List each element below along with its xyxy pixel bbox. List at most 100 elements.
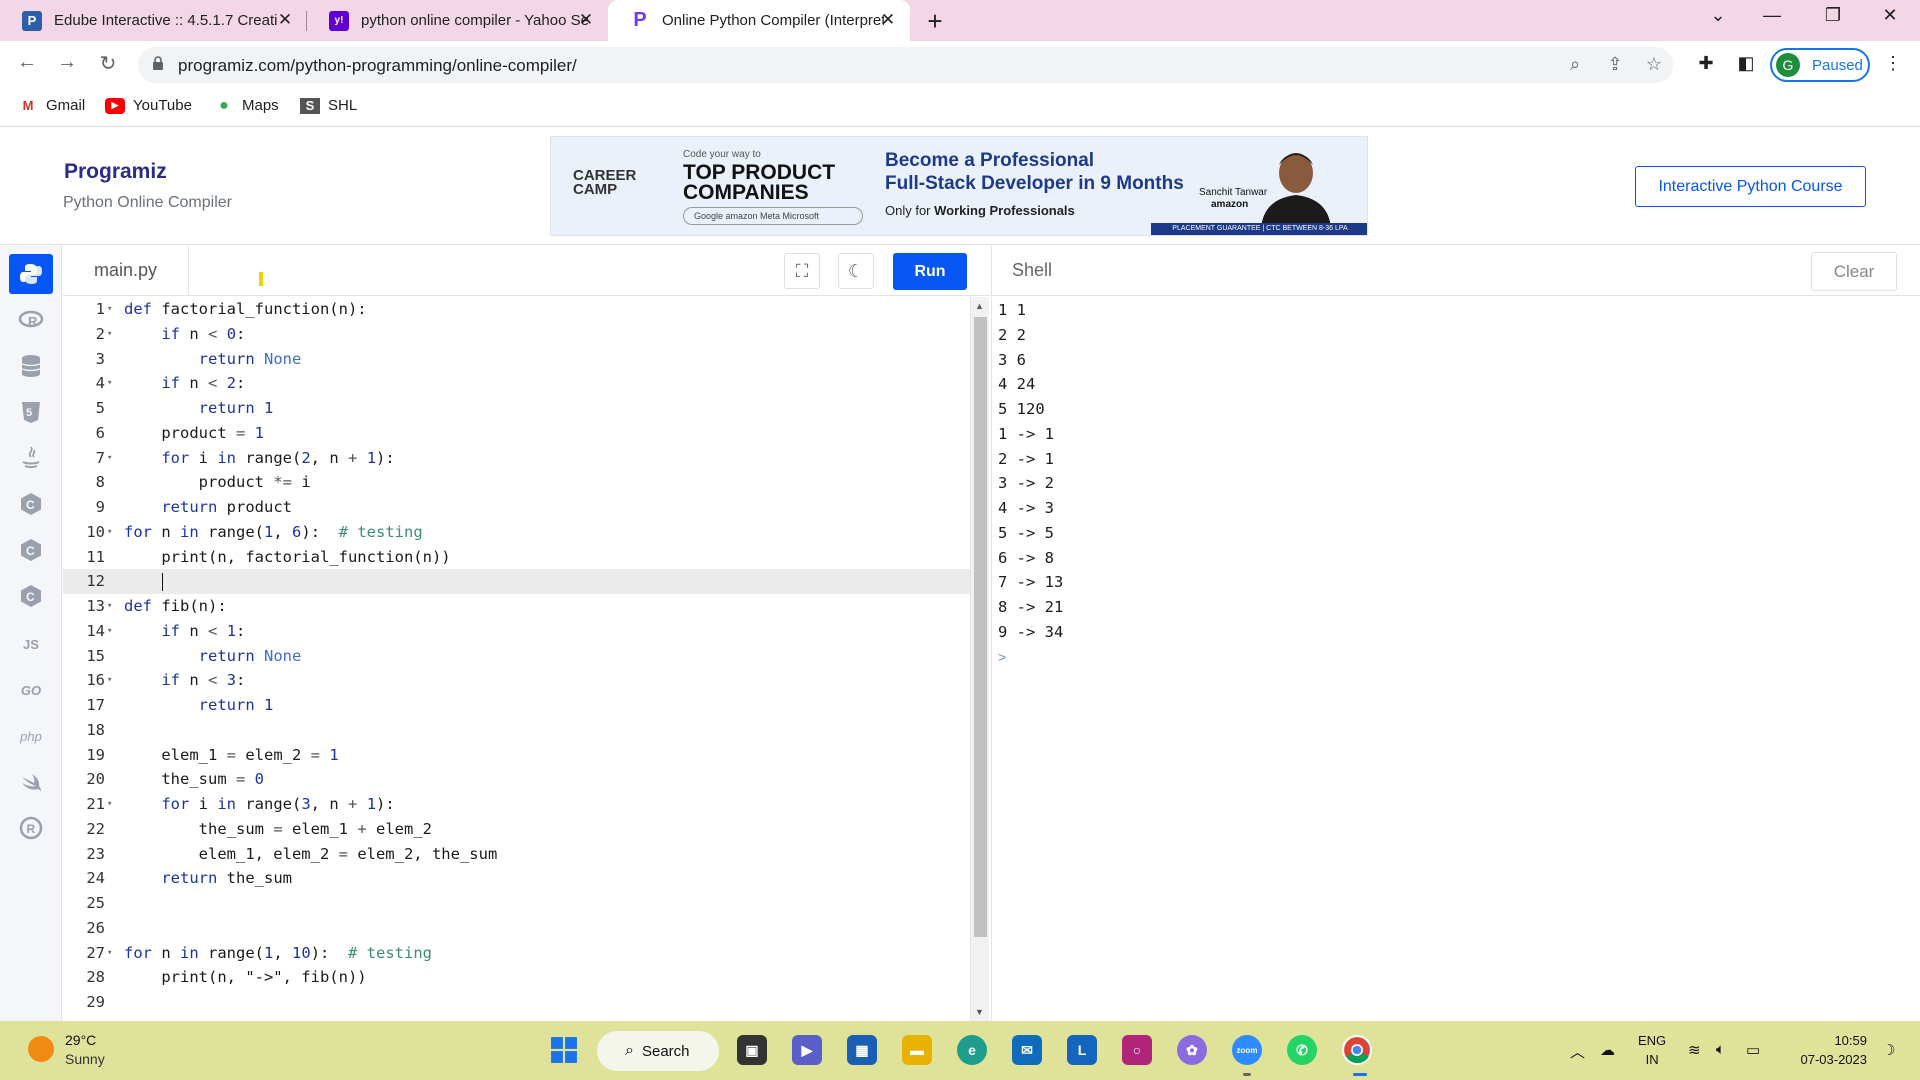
- tab-yahoo[interactable]: y! python online compiler - Yahoo Se ✕: [307, 0, 608, 41]
- scroll-up-arrow-icon[interactable]: ▲: [975, 301, 984, 311]
- fold-arrow-icon[interactable]: ▾: [107, 322, 117, 347]
- lang-go[interactable]: GO: [9, 670, 53, 710]
- file-tab-main[interactable]: main.py: [63, 246, 189, 295]
- lang-rust[interactable]: R: [9, 808, 53, 848]
- bookmark-gmail[interactable]: M Gmail: [18, 97, 86, 114]
- volume-icon[interactable]: 🔈︎: [1716, 1041, 1725, 1058]
- profile-button[interactable]: G Paused: [1770, 48, 1870, 82]
- lang-r[interactable]: R: [9, 300, 53, 340]
- lang-python[interactable]: [9, 254, 53, 294]
- code-line[interactable]: 25: [63, 891, 970, 916]
- code-line[interactable]: 14 ▾ if n < 1:: [63, 619, 970, 644]
- l-app-icon[interactable]: L: [1067, 1035, 1097, 1065]
- close-window-icon[interactable]: ✕: [1870, 5, 1910, 26]
- teams-chat-icon[interactable]: ▶: [792, 1035, 822, 1065]
- app-icon[interactable]: ○: [1122, 1035, 1152, 1065]
- chrome-icon[interactable]: [1342, 1035, 1372, 1065]
- code-line[interactable]: 21 ▾ for i in range(3, n + 1):: [63, 792, 970, 817]
- code-line[interactable]: 22 the_sum = elem_1 + elem_2: [63, 817, 970, 842]
- close-tab-icon[interactable]: ✕: [576, 10, 596, 30]
- show-hidden-icons-chevron-icon[interactable]: ︿: [1570, 1041, 1585, 1062]
- bookmark-star-icon[interactable]: ☆: [1641, 54, 1667, 75]
- code-line[interactable]: 16 ▾ if n < 3:: [63, 668, 970, 693]
- lang-java[interactable]: [9, 438, 53, 478]
- fold-arrow-icon[interactable]: ▾: [107, 792, 117, 817]
- side-panel-icon[interactable]: ◧: [1733, 53, 1759, 74]
- onedrive-cloud-icon[interactable]: ☁: [1600, 1041, 1615, 1059]
- code-line[interactable]: 17 return 1: [63, 693, 970, 718]
- bookmark-maps[interactable]: ● Maps: [214, 97, 279, 115]
- code-line[interactable]: 27 ▾ for n in range(1, 10): # testing: [63, 941, 970, 966]
- ad-banner[interactable]: CAREER CAMP Code your way to TOP PRODUCT…: [550, 136, 1368, 236]
- fold-arrow-icon[interactable]: ▾: [107, 371, 117, 396]
- url-text[interactable]: programiz.com/python-programming/online-…: [178, 56, 577, 76]
- code-line[interactable]: 29: [63, 990, 970, 1015]
- task-view-icon[interactable]: ▣: [737, 1035, 767, 1065]
- minimize-icon[interactable]: —: [1752, 5, 1792, 26]
- reload-icon[interactable]: ↻: [93, 51, 123, 76]
- code-line[interactable]: 15 return None: [63, 644, 970, 669]
- fold-arrow-icon[interactable]: ▾: [107, 941, 117, 966]
- lang-csharp[interactable]: C: [9, 576, 53, 616]
- close-tab-icon[interactable]: ✕: [275, 10, 295, 30]
- code-line[interactable]: 7 ▾ for i in range(2, n + 1):: [63, 446, 970, 471]
- code-line[interactable]: 8 product *= i: [63, 470, 970, 495]
- lang-sql[interactable]: [9, 346, 53, 386]
- lang-javascript[interactable]: JS: [9, 624, 53, 664]
- extensions-puzzle-icon[interactable]: ✚: [1693, 53, 1719, 74]
- system-clock[interactable]: 10:59 07-03-2023: [1785, 1031, 1868, 1069]
- whatsapp-icon[interactable]: ✆: [1287, 1035, 1317, 1065]
- restore-icon[interactable]: ❐: [1813, 5, 1853, 26]
- code-line[interactable]: 12: [63, 569, 970, 594]
- lang-swift[interactable]: [9, 762, 53, 802]
- code-line[interactable]: 9 return product: [63, 495, 970, 520]
- battery-icon[interactable]: ▭: [1746, 1041, 1760, 1059]
- input-language[interactable]: ENG IN: [1638, 1031, 1666, 1069]
- code-line[interactable]: 1 ▾ def factorial_function(n):: [63, 297, 970, 322]
- weather-description[interactable]: Sunny: [65, 1051, 105, 1067]
- code-line[interactable]: 28 print(n, "->", fib(n)): [63, 965, 970, 990]
- wifi-icon[interactable]: ≋: [1688, 1041, 1701, 1059]
- scrollbar-thumb[interactable]: [974, 317, 987, 937]
- notifications-moon-icon[interactable]: ☽: [1882, 1041, 1895, 1059]
- weather-temperature[interactable]: 29°C: [65, 1032, 96, 1048]
- zoom-icon[interactable]: zoom: [1232, 1035, 1262, 1065]
- taskbar-search[interactable]: ⌕ Search: [597, 1031, 719, 1071]
- code-line[interactable]: 26: [63, 916, 970, 941]
- new-tab-icon[interactable]: +: [920, 6, 950, 37]
- clear-button[interactable]: Clear: [1811, 252, 1897, 291]
- back-arrow-icon[interactable]: ←: [12, 51, 42, 74]
- code-line[interactable]: 5 return 1: [63, 396, 970, 421]
- weather-sun-icon[interactable]: [28, 1036, 54, 1062]
- code-line[interactable]: 2 ▾ if n < 0:: [63, 322, 970, 347]
- scroll-down-arrow-icon[interactable]: ▼: [975, 1007, 984, 1017]
- copilot-icon[interactable]: ✿: [1177, 1035, 1207, 1065]
- fold-arrow-icon[interactable]: ▾: [107, 594, 117, 619]
- tab-edube[interactable]: P Edube Interactive :: 4.5.1.7 Creati ✕: [0, 0, 307, 41]
- windows-start-icon[interactable]: [549, 1035, 579, 1065]
- zoom-icon[interactable]: ⌕: [1562, 54, 1588, 75]
- shell-output[interactable]: 1 1 2 2 3 6 4 24 5 120 1 -> 1 2 -> 1 3 -> 2 4 ->…: [991, 297, 1920, 1021]
- code-line[interactable]: 20 the_sum = 0: [63, 767, 970, 792]
- editor-scrollbar[interactable]: ▲ ▼: [970, 297, 989, 1021]
- fold-arrow-icon[interactable]: ▾: [107, 619, 117, 644]
- code-line[interactable]: 3 return None: [63, 347, 970, 372]
- code-line[interactable]: 23 elem_1, elem_2 = elem_2, the_sum: [63, 842, 970, 867]
- mail-icon[interactable]: ✉: [1012, 1035, 1042, 1065]
- close-tab-icon[interactable]: ✕: [878, 10, 898, 30]
- fold-arrow-icon[interactable]: ▾: [107, 446, 117, 471]
- code-line[interactable]: 13 ▾ def fib(n):: [63, 594, 970, 619]
- code-line[interactable]: 10 ▾ for n in range(1, 6): # testing: [63, 520, 970, 545]
- code-line[interactable]: 4 ▾ if n < 2:: [63, 371, 970, 396]
- code-line[interactable]: 11 print(n, factorial_function(n)): [63, 545, 970, 570]
- microsoft-store-icon[interactable]: ▦: [847, 1035, 877, 1065]
- tab-programiz[interactable]: P Online Python Compiler (Interpret ✕: [608, 0, 910, 41]
- fold-arrow-icon[interactable]: ▾: [107, 520, 117, 545]
- bookmark-shl[interactable]: S SHL: [300, 97, 357, 114]
- tab-search-chevron-icon[interactable]: ⌄: [1698, 5, 1738, 26]
- code-line[interactable]: 6 product = 1: [63, 421, 970, 446]
- shell-prompt[interactable]: >: [992, 645, 1920, 669]
- fold-arrow-icon[interactable]: ▾: [107, 297, 117, 322]
- fullscreen-icon[interactable]: ⛶: [784, 253, 820, 289]
- code-line[interactable]: 19 elem_1 = elem_2 = 1: [63, 743, 970, 768]
